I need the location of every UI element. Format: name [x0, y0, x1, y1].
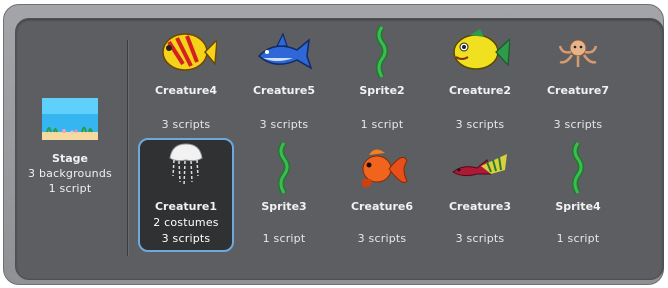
sprite-name: Sprite2 — [359, 84, 405, 97]
sprite-tile[interactable]: Sprite2 1 script — [336, 24, 428, 136]
sprite-name: Creature1 — [154, 200, 217, 213]
stage-name: Stage — [52, 152, 88, 165]
sprite-tile[interactable]: Creature6 3 scripts — [336, 140, 428, 250]
stage-tile[interactable]: Stage 3 backgrounds 1 script — [28, 94, 112, 204]
sprite-tile[interactable]: Sprite4 1 script — [532, 140, 624, 250]
sprite-scripts-count: 3 scripts — [455, 118, 505, 131]
sprite-tile[interactable]: Creature3 3 scripts — [434, 140, 526, 250]
sprite-scripts-count: 3 scripts — [357, 232, 407, 245]
sprite-scripts-count: 3 scripts — [259, 118, 309, 131]
stage-sprite-divider — [127, 40, 128, 256]
stage-backgrounds-count: 3 backgrounds — [28, 167, 112, 180]
sprite-name: Creature4 — [154, 84, 217, 97]
jellyfish-icon — [140, 140, 232, 192]
sprite-name: Creature3 — [448, 200, 511, 213]
sprite-tile[interactable]: Creature7 3 scripts — [532, 24, 624, 136]
sprite-tile-selected[interactable]: Creature1 2 costumes 3 scripts — [140, 140, 232, 250]
sprite-scripts-count: 3 scripts — [161, 118, 211, 131]
sprite-tile[interactable]: Creature2 3 scripts — [434, 24, 526, 136]
seaweed-icon — [532, 140, 624, 196]
sprite-name: Creature5 — [252, 84, 315, 97]
sprite-scripts-count: 3 scripts — [553, 118, 603, 131]
sprite-tile[interactable]: Creature4 3 scripts — [140, 24, 232, 136]
blue-shark-icon — [238, 26, 330, 78]
sprite-scripts-count: 3 scripts — [161, 232, 211, 245]
sprite-tile[interactable]: Creature5 3 scripts — [238, 24, 330, 136]
sprite-scripts-count: 3 scripts — [455, 232, 505, 245]
sprite-costumes-count: 2 costumes — [153, 216, 219, 229]
stage-thumbnail-icon — [42, 98, 98, 144]
sprite-name: Sprite4 — [555, 200, 601, 213]
yellow-fish-icon — [140, 24, 232, 80]
sprite-name: Sprite3 — [261, 200, 307, 213]
striped-fish-icon — [434, 148, 526, 188]
stage-scripts-count: 1 script — [48, 182, 92, 195]
yellow-fish-icon — [434, 26, 526, 78]
goldfish-icon — [336, 142, 428, 194]
seaweed-icon — [238, 140, 330, 196]
sprite-name: Creature6 — [350, 200, 413, 213]
sprite-scripts-count: 1 script — [360, 118, 404, 131]
sprite-name: Creature2 — [448, 84, 511, 97]
sprite-name: Creature7 — [546, 84, 609, 97]
sprite-tile[interactable]: Sprite3 1 script — [238, 140, 330, 250]
sprite-scripts-count: 1 script — [262, 232, 306, 245]
sprite-scripts-count: 1 script — [556, 232, 600, 245]
seaweed-icon — [336, 24, 428, 80]
octopus-icon — [532, 30, 624, 74]
